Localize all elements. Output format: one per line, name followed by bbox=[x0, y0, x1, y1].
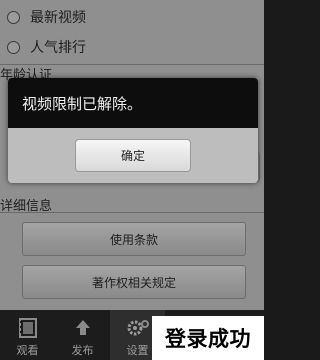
terms-of-use-button[interactable]: 使用条款 bbox=[22, 222, 246, 256]
ok-button[interactable]: 确定 bbox=[75, 139, 191, 172]
radio-option-latest[interactable]: 最新视频 bbox=[0, 2, 86, 32]
upload-icon bbox=[72, 317, 94, 343]
radio-label: 人气排行 bbox=[30, 40, 86, 56]
radio-label: 最新视频 bbox=[30, 10, 86, 26]
gear-icon bbox=[126, 317, 150, 343]
tab-label: 观看 bbox=[16, 344, 39, 357]
radio-option-popular[interactable]: 人气排行 bbox=[0, 32, 86, 62]
login-success-text: 登录成功 bbox=[165, 327, 251, 351]
radio-button[interactable] bbox=[7, 40, 20, 54]
dialog-message-area: 视频限制已解除。 bbox=[8, 78, 258, 128]
dialog-message: 视频限制已解除。 bbox=[22, 94, 143, 113]
alert-dialog: 视频限制已解除。 确定 bbox=[8, 78, 258, 183]
tab-label: 发布 bbox=[71, 344, 94, 357]
dialog-button-area: 确定 bbox=[8, 128, 258, 183]
tab-watch[interactable]: 观看 bbox=[0, 310, 55, 360]
copyright-rules-button[interactable]: 著作权相关规定 bbox=[22, 265, 246, 299]
login-success-banner: 登录成功 bbox=[152, 316, 264, 360]
film-icon bbox=[17, 317, 39, 343]
section-title-details: 详细信息 bbox=[0, 199, 53, 214]
radio-button[interactable] bbox=[7, 10, 20, 24]
tab-publish[interactable]: 发布 bbox=[55, 310, 110, 360]
